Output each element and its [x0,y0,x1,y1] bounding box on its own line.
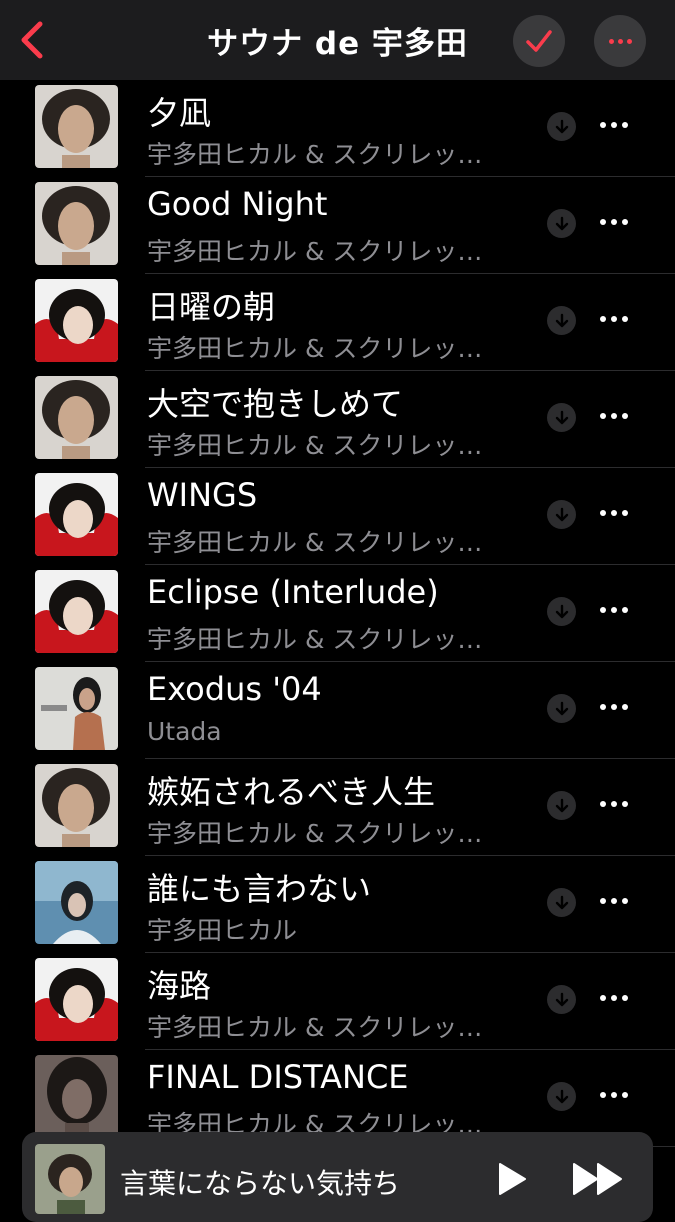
track-row[interactable]: 日曜の朝宇多田ヒカル & スクリレッ… [0,274,675,371]
album-artwork [35,1055,118,1138]
track-more-button[interactable] [600,607,628,613]
track-list: 夕凪宇多田ヒカル & スクリレッ… Good Night 宇多田ヒカル & スクリレ… [0,80,675,1147]
play-icon [499,1163,526,1195]
track-artist: 宇多田ヒカル & スクリレッ… [147,431,483,460]
downloaded-icon [547,403,576,432]
downloaded-icon [547,888,576,917]
skip-forward-button[interactable] [572,1162,624,1200]
track-row[interactable]: 海路宇多田ヒカル & スクリレッ… [0,953,675,1050]
track-artist: 宇多田ヒカル & スクリレッ… [147,528,483,557]
album-artwork [35,473,118,556]
track-row[interactable]: Good Night 宇多田ヒカル & スクリレッ… [0,177,675,274]
album-artwork [35,958,118,1041]
track-row[interactable]: 誰にも言わない宇多田ヒカル [0,856,675,953]
album-artwork [35,279,118,362]
track-title: 嫉妬されるべき人生 [147,773,436,811]
downloaded-icon [547,1082,576,1111]
track-row[interactable]: 嫉妬されるべき人生宇多田ヒカル & スクリレッ… [0,759,675,856]
track-title: 日曜の朝 [147,288,276,326]
track-artist: 宇多田ヒカル & スクリレッ… [147,625,483,654]
downloaded-icon [547,791,576,820]
done-button[interactable] [513,15,565,67]
downloaded-icon [547,306,576,335]
track-more-button[interactable] [600,122,628,128]
more-options-button[interactable] [594,15,646,67]
ellipsis-icon [608,38,632,44]
track-artist: Utada [147,717,222,746]
track-artist: 宇多田ヒカル & スクリレッ… [147,819,483,848]
track-row[interactable]: WINGS 宇多田ヒカル & スクリレッ… [0,468,675,565]
track-title: 誰にも言わない [147,870,372,908]
downloaded-icon [547,597,576,626]
downloaded-icon [547,500,576,529]
track-title: 夕凪 [147,94,212,132]
track-more-button[interactable] [600,995,628,1001]
track-title: 海路 [147,967,212,1005]
track-row[interactable]: 大空で抱きしめて宇多田ヒカル & スクリレッ… [0,371,675,468]
track-artist: 宇多田ヒカル & スクリレッ… [147,334,483,363]
track-title: FINAL DISTANCE [147,1058,409,1096]
track-more-button[interactable] [600,413,628,419]
track-more-button[interactable] [600,1092,628,1098]
track-artist: 宇多田ヒカル [147,916,298,945]
fast-forward-icon [573,1163,622,1195]
downloaded-icon [547,209,576,238]
track-title: Eclipse (Interlude) [147,573,439,611]
now-playing-artwork [35,1144,105,1214]
album-artwork [35,861,118,944]
checkmark-icon [526,30,552,52]
track-more-button[interactable] [600,801,628,807]
track-title: 大空で抱きしめて [147,385,404,423]
track-row[interactable]: 夕凪宇多田ヒカル & スクリレッ… [0,80,675,177]
downloaded-icon [547,694,576,723]
album-artwork [35,85,118,168]
play-button[interactable] [497,1162,527,1200]
album-artwork [35,764,118,847]
playlist-title: サウナ de 宇多田 [207,26,468,62]
track-more-button[interactable] [600,219,628,225]
nav-header: サウナ de 宇多田 [0,0,675,80]
track-title: Good Night [147,185,328,223]
track-more-button[interactable] [600,510,628,516]
downloaded-icon [547,112,576,141]
album-artwork [35,182,118,265]
album-artwork [35,376,118,459]
album-artwork [35,570,118,653]
track-row[interactable]: Eclipse (Interlude) 宇多田ヒカル & スクリレッ… [0,565,675,662]
album-artwork [35,667,118,750]
track-row[interactable]: Exodus '04 Utada [0,662,675,759]
track-more-button[interactable] [600,316,628,322]
mini-player[interactable]: 言葉にならない気持ち [22,1132,653,1222]
track-artist: 宇多田ヒカル & スクリレッ… [147,140,483,169]
downloaded-icon [547,985,576,1014]
track-more-button[interactable] [600,898,628,904]
now-playing-title: 言葉にならない気持ち [120,1167,401,1200]
track-artist: 宇多田ヒカル & スクリレッ… [147,237,483,266]
track-artist: 宇多田ヒカル & スクリレッ… [147,1013,483,1042]
track-title: Exodus '04 [147,670,322,708]
track-more-button[interactable] [600,704,628,710]
track-title: WINGS [147,476,258,514]
